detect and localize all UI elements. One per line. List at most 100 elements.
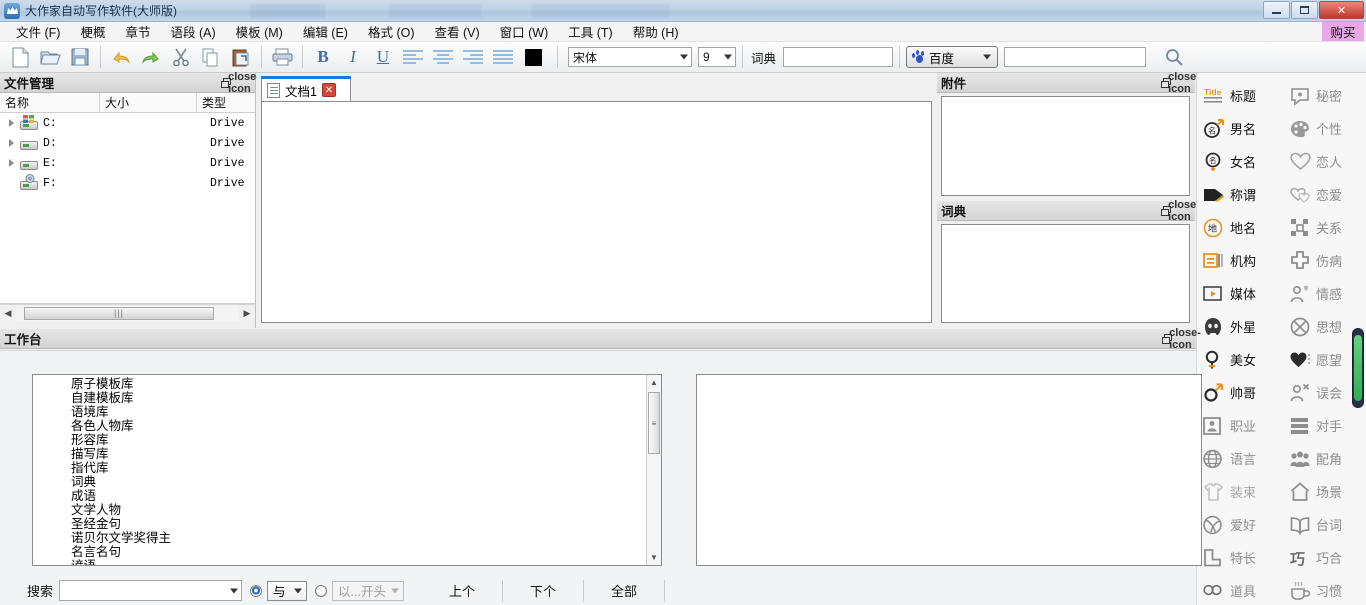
table-row[interactable]: D: Drive: [0, 133, 255, 153]
cut-icon[interactable]: [167, 44, 195, 70]
next-button[interactable]: 下个: [503, 579, 583, 603]
undo-icon[interactable]: [107, 44, 135, 70]
list-item[interactable]: 自建模板库: [71, 391, 646, 405]
table-row[interactable]: F: Drive: [0, 173, 255, 193]
sidebar-item-lines[interactable]: 台词: [1283, 508, 1366, 541]
list-item[interactable]: 谚语: [71, 559, 646, 565]
prev-button[interactable]: 上个: [422, 579, 502, 603]
sidebar-item-coincidence[interactable]: 巧 巧合: [1283, 541, 1366, 574]
sidebar-item-occupation[interactable]: 职业: [1197, 409, 1283, 442]
list-item[interactable]: 诺贝尔文学奖得主: [71, 531, 646, 545]
menu-format[interactable]: 格式 (O): [358, 20, 425, 43]
sidebar-item-alien[interactable]: 外星: [1197, 310, 1283, 343]
list-item[interactable]: 语境库: [71, 405, 646, 419]
list-item[interactable]: 名言名句: [71, 545, 646, 559]
expand-arrow-icon[interactable]: [9, 159, 14, 167]
dictionary-list[interactable]: [941, 224, 1190, 323]
close-icon[interactable]: close-icon: [1177, 204, 1191, 218]
italic-icon[interactable]: I: [339, 44, 367, 70]
scroll-left-icon[interactable]: ◀: [0, 306, 16, 321]
sidebar-item-secret[interactable]: 秘密: [1283, 79, 1366, 112]
sidebar-item-relation[interactable]: 关系: [1283, 211, 1366, 244]
expand-arrow-icon[interactable]: [9, 139, 14, 147]
list-item[interactable]: 原子模板库: [71, 377, 646, 391]
column-header-size[interactable]: 大小: [100, 93, 197, 112]
close-icon[interactable]: ✕: [322, 83, 336, 97]
close-icon[interactable]: close-icon: [1178, 332, 1192, 346]
list-item[interactable]: 成语: [71, 489, 646, 503]
menu-outline[interactable]: 梗概: [70, 20, 115, 43]
list-item[interactable]: 描写库: [71, 447, 646, 461]
expand-arrow-icon[interactable]: [9, 119, 14, 127]
search-input[interactable]: [59, 580, 242, 601]
sidebar-item-appellation[interactable]: 称谓: [1197, 178, 1283, 211]
sidebar-item-supporting-role[interactable]: 配角: [1283, 442, 1366, 475]
sidebar-item-personality[interactable]: 个性: [1283, 112, 1366, 145]
scroll-up-icon[interactable]: ▲: [647, 375, 661, 390]
bold-icon[interactable]: B: [309, 44, 337, 70]
sidebar-scrollbar[interactable]: [1352, 328, 1364, 408]
align-left-icon[interactable]: [399, 44, 427, 70]
search-mode-and-select[interactable]: 与: [267, 581, 307, 601]
table-row[interactable]: E: Drive: [0, 153, 255, 173]
list-item[interactable]: 形容库: [71, 433, 646, 447]
search-mode-and-radio[interactable]: [250, 585, 262, 597]
scroll-thumb[interactable]: ≡: [648, 392, 660, 454]
scroll-down-icon[interactable]: ▼: [647, 550, 661, 565]
sidebar-item-language[interactable]: 语言: [1197, 442, 1283, 475]
copy-icon[interactable]: [197, 44, 225, 70]
underline-icon[interactable]: U: [369, 44, 397, 70]
list-item[interactable]: 指代库: [71, 461, 646, 475]
align-right-icon[interactable]: [459, 44, 487, 70]
close-icon[interactable]: close-icon: [237, 76, 251, 90]
new-file-icon[interactable]: [6, 44, 34, 70]
tab-document1[interactable]: 文档1 ✕: [261, 76, 351, 101]
web-search-input[interactable]: [1004, 47, 1146, 67]
font-size-select[interactable]: 9: [698, 47, 736, 67]
font-family-select[interactable]: 宋体: [568, 47, 692, 67]
column-header-type[interactable]: 类型: [197, 93, 255, 112]
attachment-list[interactable]: [941, 96, 1190, 196]
paste-icon[interactable]: [227, 44, 255, 70]
sidebar-item-handsome[interactable]: 帅哥: [1197, 376, 1283, 409]
column-header-name[interactable]: 名称: [0, 93, 100, 112]
sidebar-item-organization[interactable]: 机构: [1197, 244, 1283, 277]
all-button[interactable]: 全部: [584, 579, 664, 603]
sidebar-item-injury[interactable]: 伤病: [1283, 244, 1366, 277]
menu-tools[interactable]: 工具 (T): [558, 20, 622, 43]
library-list[interactable]: 原子模板库 自建模板库 语境库 各色人物库 形容库 描写库 指代库 词典 成语 …: [33, 375, 646, 565]
file-manager-horizontal-scrollbar[interactable]: ◀ ||| ▶: [0, 304, 255, 321]
save-icon[interactable]: [66, 44, 94, 70]
list-item[interactable]: 词典: [71, 475, 646, 489]
search-mode-startswith-radio[interactable]: [315, 585, 327, 597]
buy-button[interactable]: 购买: [1322, 22, 1364, 41]
dictionary-input[interactable]: [783, 47, 893, 67]
sidebar-item-emotion[interactable]: 情感: [1283, 277, 1366, 310]
scroll-thumb[interactable]: [1354, 335, 1362, 401]
sidebar-item-title[interactable]: Title 标题: [1197, 79, 1283, 112]
scroll-right-icon[interactable]: ▶: [239, 306, 255, 321]
sidebar-item-costume[interactable]: 装束: [1197, 475, 1283, 508]
search-engine-select[interactable]: 百度: [906, 46, 998, 68]
sidebar-item-place[interactable]: 地 地名: [1197, 211, 1283, 244]
sidebar-item-lover[interactable]: 恋人: [1283, 145, 1366, 178]
redo-icon[interactable]: [137, 44, 165, 70]
minimize-button[interactable]: [1263, 1, 1290, 19]
sidebar-item-rival[interactable]: 对手: [1283, 409, 1366, 442]
search-mode-startswith-select[interactable]: 以...开头: [332, 581, 404, 601]
list-item[interactable]: 文学人物: [71, 503, 646, 517]
menu-paragraph[interactable]: 语段 (A): [160, 20, 225, 43]
sidebar-item-habit[interactable]: 习惯: [1283, 574, 1366, 605]
menu-help[interactable]: 帮助 (H): [623, 20, 689, 43]
table-row[interactable]: C: Drive: [0, 113, 255, 133]
align-center-icon[interactable]: [429, 44, 457, 70]
print-icon[interactable]: [268, 44, 296, 70]
menu-template[interactable]: 模板 (M): [226, 20, 293, 43]
sidebar-item-beauty[interactable]: 美女: [1197, 343, 1283, 376]
menu-file[interactable]: 文件 (F): [6, 20, 70, 43]
sidebar-item-hobby[interactable]: 爱好: [1197, 508, 1283, 541]
library-detail-pane[interactable]: [696, 374, 1202, 566]
list-item[interactable]: 各色人物库: [71, 419, 646, 433]
menu-view[interactable]: 查看 (V): [425, 20, 490, 43]
sidebar-item-male-name[interactable]: 名 男名: [1197, 112, 1283, 145]
